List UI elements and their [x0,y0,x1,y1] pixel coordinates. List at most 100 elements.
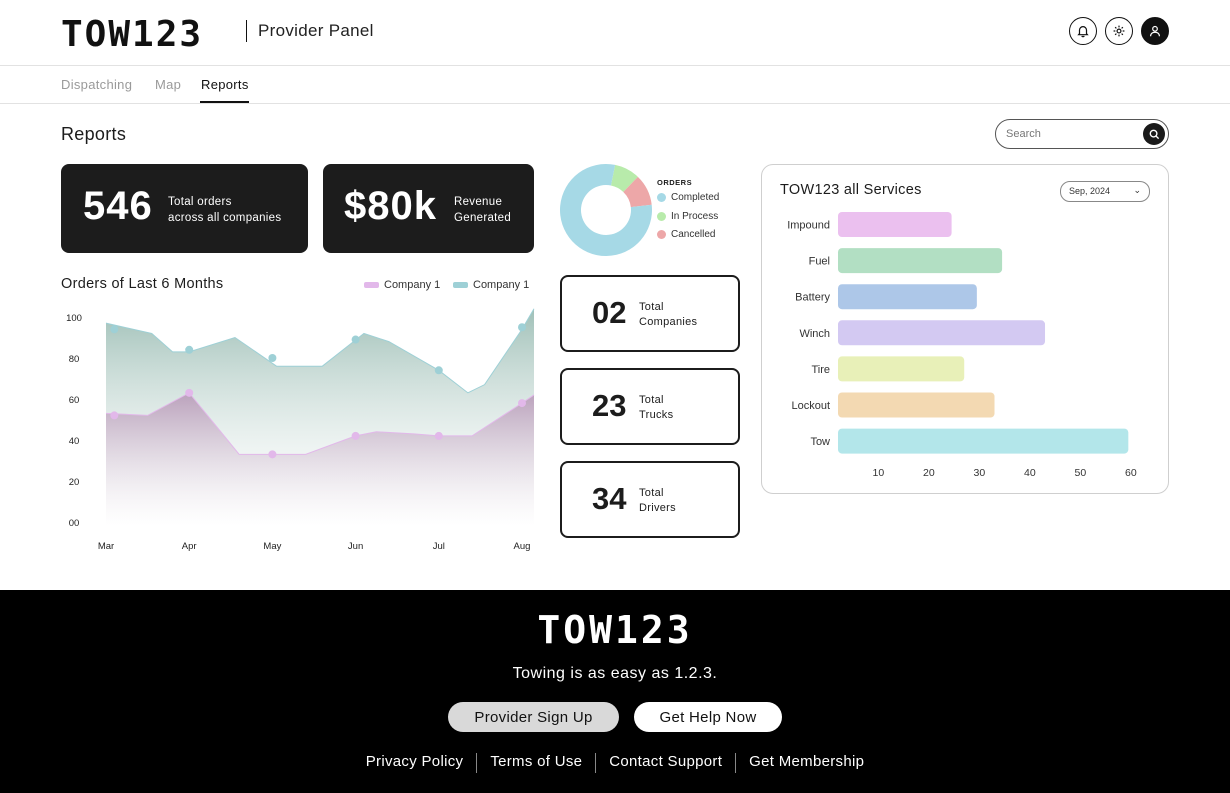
search-input[interactable] [1006,126,1136,142]
legend-item-series-1: Company 1 [364,279,440,291]
x-tick-label: Aug [514,541,531,552]
bar-tow[interactable] [838,428,1129,454]
data-point-series-2[interactable] [434,366,443,375]
total-orders-label-line1: Total orders [168,196,232,208]
privacy-policy-link[interactable]: Privacy Policy [353,753,477,773]
bar-category-label: Fuel [809,256,830,268]
total-companies-label-line2: Companies [639,316,698,328]
bar-impound[interactable] [838,212,952,237]
bar-category-label: Battery [795,292,830,304]
y-tick-label: 60 [69,395,80,406]
x-tick-label: Jul [433,541,445,552]
donut-legend-in-process: In Process [657,211,718,222]
legend-dot [657,230,666,239]
total-trucks-label-line1: Total [639,394,664,406]
data-point-series-2[interactable] [185,345,194,354]
x-tick-label: 60 [1125,467,1137,479]
data-point-series-2[interactable] [518,323,526,332]
total-orders-label-line2: across all companies [168,212,282,224]
bar-category-label: Impound [787,220,830,232]
y-tick-label: 40 [69,436,80,447]
bell-icon [1077,26,1089,38]
terms-of-use-link[interactable]: Terms of Use [477,753,595,773]
gear-icon [1113,25,1125,37]
total-companies-value: 02 [592,295,627,330]
legend-label: Company 1 [384,279,441,291]
total-drivers-card: 34 Total Drivers [560,461,740,538]
revenue-value: $80k [344,184,437,228]
page-title: Reports [61,124,127,144]
data-point-series-2[interactable] [351,335,360,344]
data-point-series-1[interactable] [351,431,360,440]
x-tick-label: May [263,541,281,552]
provider-signup-button[interactable]: Provider Sign Up [448,702,619,732]
services-bar-chart: Impound Fuel Battery Winch Tire Lockout Tow 10 2… [787,212,1137,479]
total-companies-card: 02 Total Companies [560,275,740,352]
total-companies-label-line1: Total [639,301,664,313]
tab-dispatching[interactable]: Dispatching [61,77,132,92]
bar-winch[interactable] [838,320,1046,346]
legend-item-series-2: Company 1 [453,279,529,291]
x-tick-label: 50 [1075,467,1087,479]
bar-fuel[interactable] [838,248,1003,274]
y-tick-label: 100 [66,313,82,324]
legend-label: Completed [671,192,720,203]
legend-dot [657,212,666,221]
x-tick-label: 30 [974,467,986,479]
x-tick-label: 10 [873,467,885,479]
revenue-card: $80k Revenue Generated [323,164,534,253]
bar-lockout[interactable] [838,392,995,418]
bar-category-label: Winch [799,328,830,340]
search-icon [1149,129,1159,139]
search-box [995,119,1169,149]
data-point-series-1[interactable] [110,411,119,420]
footer-tagline: Towing is as easy as 1.2.3. [512,665,718,682]
x-tick-label: 20 [923,467,935,479]
data-point-series-1[interactable] [434,431,443,440]
nav-tabs: Dispatching Map Reports [0,66,1230,104]
legend-label: In Process [671,211,719,222]
logo[interactable]: TOW123 [61,14,203,55]
get-help-button[interactable]: Get Help Now [634,702,782,732]
bar-battery[interactable] [838,284,977,310]
revenue-label: Revenue Generated [454,194,511,226]
total-drivers-label-line2: Drivers [639,502,676,514]
logo-divider [246,20,247,42]
data-point-series-1[interactable] [185,388,194,397]
donut-legend-cancelled: Cancelled [657,229,715,240]
donut-legend-completed: Completed [657,192,719,203]
profile-button[interactable] [1141,17,1169,45]
notifications-button[interactable] [1069,17,1097,45]
total-orders-card: 546 Total orders across all companies [61,164,308,253]
data-point-series-2[interactable] [110,325,119,334]
search-button[interactable] [1143,123,1165,145]
total-trucks-value: 23 [592,388,627,423]
bar-category-label: Lockout [791,400,830,412]
footer-links: Privacy Policy Terms of Use Contact Supp… [0,753,1230,773]
month-select-value: Sep, 2024 [1069,186,1111,196]
tab-reports[interactable]: Reports [201,77,249,92]
legend-dot [657,193,666,202]
revenue-label-line1: Revenue [454,196,503,208]
orders-donut-chart [560,164,652,256]
x-tick-label: Jun [348,541,363,552]
x-tick-label: 40 [1024,467,1036,479]
tab-map[interactable]: Map [155,77,181,92]
orders-area-chart: 00 20 40 60 80 100 Mar Apr May Jun Jul Aug [66,308,535,552]
bar-tire[interactable] [838,356,965,382]
total-drivers-label-line1: Total [639,487,664,499]
footer: TOW123 Towing is as easy as 1.2.3. Provi… [0,590,1230,793]
footer-logo[interactable]: TOW123 [0,608,1230,652]
legend-swatch [453,282,468,288]
data-point-series-2[interactable] [268,354,277,362]
data-point-series-1[interactable] [518,399,526,408]
month-select[interactable]: Sep, 2024 ⌄ [1060,181,1150,202]
area-chart-title: Orders of Last 6 Months [61,276,224,292]
total-trucks-card: 23 Total Trucks [560,368,740,445]
get-membership-link[interactable]: Get Membership [736,753,877,773]
data-point-series-1[interactable] [268,450,277,459]
total-trucks-label-line2: Trucks [639,409,674,421]
legend-label: Cancelled [671,229,716,240]
contact-support-link[interactable]: Contact Support [596,753,735,773]
settings-button[interactable] [1105,17,1133,45]
